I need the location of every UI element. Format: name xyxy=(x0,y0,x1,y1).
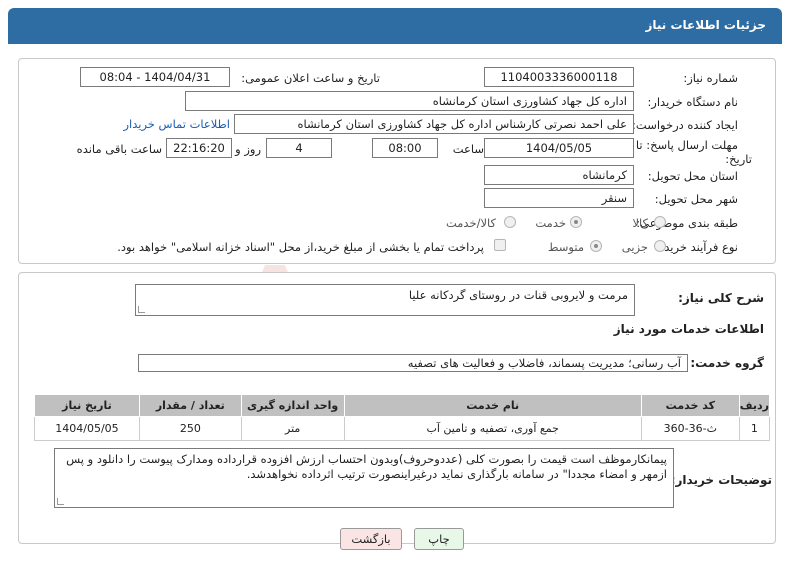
remaining-time-field: 22:16:20 xyxy=(166,138,232,158)
col-unit: واحد اندازه گیری xyxy=(240,394,345,417)
notes-resize-handle[interactable] xyxy=(57,498,64,505)
cell-row: 1 xyxy=(738,416,771,441)
resize-handle[interactable] xyxy=(138,306,145,313)
category-goods-service-radio[interactable] xyxy=(504,216,516,228)
service-group-label: گروه خدمت: xyxy=(690,356,764,370)
table-row: 1 ث-36-360 جمع آوری، تصفیه و تامین آب مت… xyxy=(34,416,771,441)
back-button[interactable]: بازگشت xyxy=(340,528,402,550)
announce-label: تاریخ و ساعت اعلان عمومی: xyxy=(241,71,380,85)
need-info-panel xyxy=(18,58,776,264)
cell-service-name: جمع آوری، تصفیه و تامین آب xyxy=(343,416,642,441)
time-label: ساعت xyxy=(452,142,484,156)
payment-note: پرداخت تمام یا بخشی از مبلغ خرید،از محل … xyxy=(117,240,484,254)
announce-field: 1404/04/31 - 08:04 xyxy=(80,67,230,87)
col-need-date: تاریخ نیاز xyxy=(34,394,140,417)
buyer-notes-field[interactable]: پیمانکارموظف است قیمت را بصورت کلی (عددو… xyxy=(54,448,674,508)
description-label: شرح کلی نیاز: xyxy=(678,291,764,305)
category-service-label: خدمت xyxy=(535,216,566,230)
treasury-bonds-checkbox[interactable] xyxy=(494,239,506,251)
need-number-field: 1104003336000118 xyxy=(484,67,634,87)
services-table: ردیف کد خدمت نام خدمت واحد اندازه گیری ت… xyxy=(34,394,771,441)
days-field: 4 xyxy=(266,138,332,158)
purchase-minor-radio[interactable] xyxy=(654,240,666,252)
category-goods-radio[interactable] xyxy=(654,216,666,228)
col-service-code: کد خدمت xyxy=(640,394,740,417)
cell-service-code: ث-36-360 xyxy=(640,416,740,441)
col-quantity: تعداد / مقدار xyxy=(138,394,242,417)
cell-need-date: 1404/05/05 xyxy=(34,416,140,441)
deadline-label: مهلت ارسال پاسخ: تا xyxy=(635,138,738,152)
city-label: شهر محل تحویل: xyxy=(654,192,738,206)
category-goods-label: کالا xyxy=(632,216,648,230)
remaining-label: ساعت باقی مانده xyxy=(76,142,162,156)
category-service-radio[interactable] xyxy=(570,216,582,228)
page-header: جزئیات اطلاعات نیاز xyxy=(8,8,782,44)
category-goods-service-label: کالا/خدمت xyxy=(445,216,496,230)
purchase-medium-radio[interactable] xyxy=(590,240,602,252)
category-label: طبقه بندی موضوعی: xyxy=(636,216,738,230)
cell-quantity: 250 xyxy=(138,416,242,441)
requester-label: ایجاد کننده درخواست: xyxy=(632,118,738,132)
table-header-row: ردیف کد خدمت نام خدمت واحد اندازه گیری ت… xyxy=(34,394,771,417)
print-button[interactable]: چاپ xyxy=(414,528,464,550)
buyer-contact-link[interactable]: اطلاعات تماس خریدار xyxy=(123,117,230,131)
purchase-medium-label: متوسط xyxy=(547,240,584,254)
cell-unit: متر xyxy=(240,416,345,441)
purchase-type-label: نوع فرآیند خرید : xyxy=(656,240,738,254)
purchase-minor-label: جزیی xyxy=(621,240,648,254)
need-number-label: شماره نیاز: xyxy=(683,71,738,85)
buyer-org-field: اداره کل جهاد کشاورزی استان کرمانشاه xyxy=(185,91,634,111)
col-service-name: نام خدمت xyxy=(343,394,642,417)
deadline-label-2: تاریخ: xyxy=(725,152,752,166)
days-label: روز و xyxy=(235,142,261,156)
province-field: کرمانشاه xyxy=(484,165,634,185)
deadline-time-field: 08:00 xyxy=(372,138,438,158)
city-field: سنقر xyxy=(484,188,634,208)
service-group-field: آب رسانی؛ مدیریت پسماند، فاضلاب و فعالیت… xyxy=(138,354,688,372)
province-label: استان محل تحویل: xyxy=(647,169,738,183)
buyer-notes-text: پیمانکارموظف است قیمت را بصورت کلی (عددو… xyxy=(66,452,667,481)
description-text: مرمت و لایروبی قنات در روستای گردکانه عل… xyxy=(408,288,628,302)
page-title: جزئیات اطلاعات نیاز xyxy=(645,18,766,32)
description-field[interactable]: مرمت و لایروبی قنات در روستای گردکانه عل… xyxy=(135,284,635,316)
deadline-date-field: 1404/05/05 xyxy=(484,138,634,158)
col-row: ردیف xyxy=(738,394,771,417)
buyer-org-label: نام دستگاه خریدار: xyxy=(647,95,738,109)
services-section-title: اطلاعات خدمات مورد نیاز xyxy=(613,322,764,336)
requester-field: علی احمد نصرتی کارشناس اداره کل جهاد کشا… xyxy=(234,114,634,134)
buyer-notes-label: توضیحات خریدار: xyxy=(670,473,772,487)
